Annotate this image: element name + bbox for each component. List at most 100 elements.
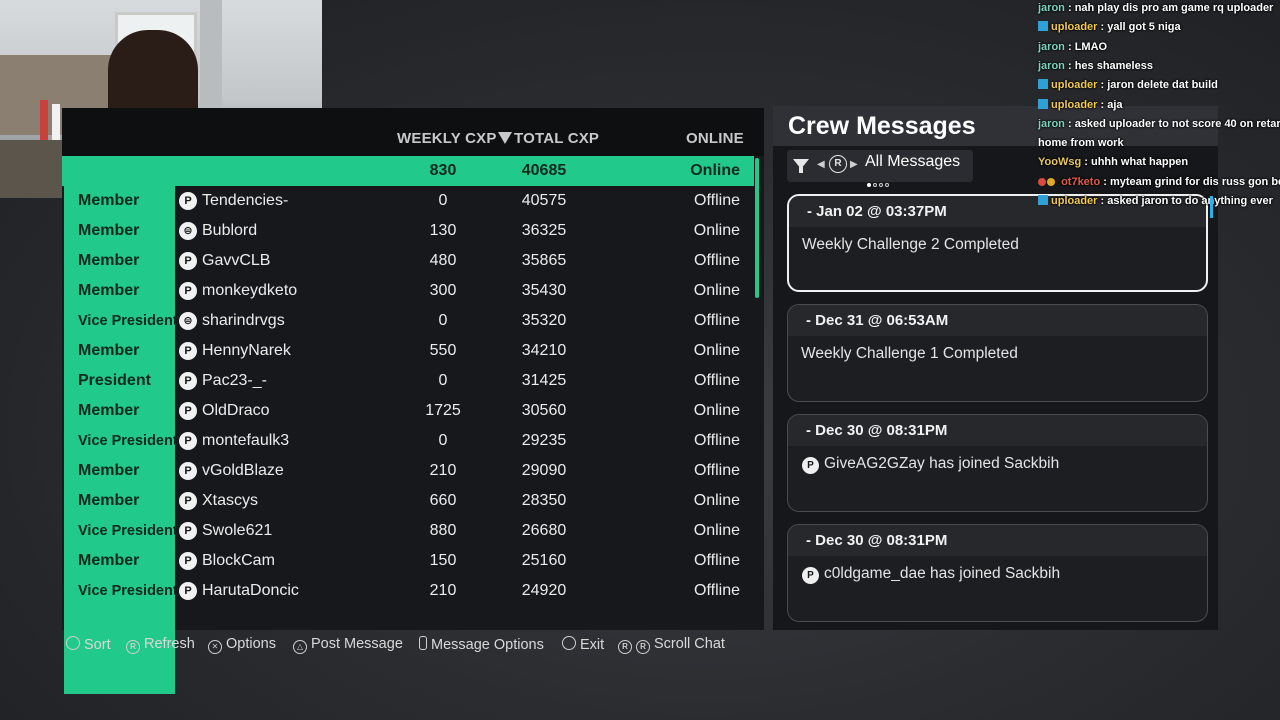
badge-icon (1038, 177, 1046, 186)
row-gamertag: sharindrvgs (202, 312, 285, 329)
webcam-bottle (52, 104, 60, 140)
cross-button-icon: ✕ (208, 640, 222, 654)
options-label: Options (226, 636, 276, 652)
row-online-status: Offline (694, 372, 740, 389)
row-weekly-cxp: 830 (429, 162, 457, 179)
roster-row[interactable]: Vice President P Swole621 880 26680 Online (62, 516, 754, 546)
stream-chat-overlay: jaron : nah play dis pro am game rq uplo… (1030, 0, 1280, 210)
webcam-door (200, 0, 222, 110)
chat-username: YooWsg (1038, 156, 1082, 169)
row-total-cxp: 25160 (521, 552, 567, 569)
options-control[interactable]: ✕ Options (208, 636, 276, 654)
playstation-icon: P (179, 522, 197, 540)
row-role: Member (78, 462, 140, 479)
message-options-control[interactable]: Message Options (419, 636, 544, 653)
row-weekly-cxp: 0 (438, 312, 448, 329)
roster-header: WEEKLY CXP TOTAL CXP ONLINE (62, 108, 764, 156)
row-gamertag: vGoldBlaze (202, 462, 284, 479)
roster-row[interactable]: Member P HennyNarek 550 34210 Online (62, 336, 754, 366)
chat-message: jaron : hes shameless (1038, 59, 1153, 72)
post-message-control[interactable]: △ Post Message (293, 636, 403, 654)
roster-row-selected[interactable]: 830 40685 Online (62, 156, 754, 186)
message-card[interactable]: - Dec 30 @ 08:31PM Pc0ldgame_dae has join… (787, 524, 1208, 622)
chat-message: home from work (1038, 137, 1280, 149)
chat-message: uploader : asked jaron to do anything ev… (1038, 195, 1280, 207)
refresh-label: Refresh (144, 636, 195, 652)
message-text: GiveAG2GZay has joined Sackbih (824, 455, 1060, 472)
row-total-cxp: 40575 (521, 192, 567, 209)
roster-row[interactable]: Member P Tendencies- 0 40575 Offline (62, 186, 754, 216)
weekly-cxp-header[interactable]: WEEKLY CXP (397, 130, 497, 147)
row-gamertag: montefaulk3 (202, 432, 290, 449)
row-online-status: Offline (694, 192, 740, 209)
row-weekly-cxp: 0 (438, 192, 448, 209)
chat-text: aja (1107, 98, 1123, 111)
badge-icon (1047, 177, 1055, 186)
message-date: - Dec 30 @ 08:31PM (806, 422, 948, 439)
row-weekly-cxp: 210 (429, 462, 457, 479)
row-total-cxp: 24920 (521, 582, 567, 599)
post-message-label: Post Message (311, 636, 403, 652)
row-weekly-cxp: 300 (429, 282, 457, 299)
chat-text: jaron delete dat build (1107, 79, 1218, 92)
playstation-icon: P (179, 192, 197, 210)
chevron-right-icon[interactable]: ▶ (850, 159, 858, 170)
row-total-cxp: 35865 (521, 252, 567, 269)
chat-username: ot7keto (1061, 175, 1101, 188)
chat-username: jaron (1038, 40, 1065, 53)
row-gamertag: GavvCLB (202, 252, 271, 269)
row-gamertag: HennyNarek (202, 342, 291, 359)
roster-row[interactable]: Vice President ⊜ sharindrvgs 0 35320 Offline (62, 306, 754, 336)
moderator-icon (1038, 195, 1048, 205)
roster-row[interactable]: Member P OldDraco 1725 30560 Online (62, 396, 754, 426)
r-button-icon: R (636, 640, 650, 654)
row-gamertag: Pac23-_- (202, 372, 267, 389)
chat-message: uploader : aja (1038, 98, 1280, 111)
row-total-cxp: 34210 (521, 342, 567, 359)
roster-row[interactable]: Vice President P HarutaDoncic 210 24920 Offli… (62, 576, 754, 606)
row-weekly-cxp: 660 (429, 492, 457, 509)
sort-desc-icon (498, 132, 512, 144)
scroll-chat-control[interactable]: R R Scroll Chat (618, 636, 725, 654)
row-total-cxp: 26680 (521, 522, 567, 539)
roster-row[interactable]: Member P GavvCLB 480 35865 Offline (62, 246, 754, 276)
roster-row[interactable]: President P Pac23-_- 0 31425 Offline (62, 366, 754, 396)
chat-scroll-indicator (1210, 196, 1213, 218)
row-gamertag: BlockCam (202, 552, 275, 569)
row-online-status: Online (693, 402, 740, 419)
row-online-status: Offline (694, 462, 740, 479)
roster-row[interactable]: Member P BlockCam 150 25160 Offline (62, 546, 754, 576)
playstation-icon: P (802, 567, 819, 584)
chat-text: nah play dis pro am game rq uploader (1074, 2, 1274, 14)
row-weekly-cxp: 0 (438, 372, 448, 389)
refresh-control[interactable]: R Refresh (126, 636, 195, 654)
roster-row[interactable]: Member P Xtascys 660 28350 Online (62, 486, 754, 516)
message-date-bar: - Dec 30 @ 08:31PM (788, 415, 1207, 446)
scroll-chat-label: Scroll Chat (654, 636, 725, 652)
message-card[interactable]: - Dec 30 @ 08:31PM P GiveAG2GZay has joine… (787, 414, 1208, 512)
roster-scrollbar[interactable] (755, 158, 759, 298)
roster-row[interactable]: Member Pmonkeydketo 300 35430 Online (62, 276, 754, 306)
playstation-icon: P (179, 252, 197, 270)
total-cxp-header[interactable]: TOTAL CXP (498, 130, 599, 147)
chat-text: LMAO (1074, 40, 1108, 53)
message-card[interactable]: - Dec 31 @ 06:53AM Weekly Challenge 1 Com… (787, 304, 1208, 402)
roster-row[interactable]: Vice President Pmontefaulk3 0 29235 Offline (62, 426, 754, 456)
row-total-cxp: 30560 (521, 402, 567, 419)
r3-button-icon: R (126, 640, 140, 654)
row-online-status: Online (690, 162, 740, 179)
message-filter[interactable]: ◀ R ▶ All Messages (787, 150, 973, 187)
row-role: Member (78, 252, 140, 269)
message-date: - Jan 02 @ 03:37PM (807, 203, 947, 220)
exit-control[interactable]: Exit (562, 636, 604, 653)
chevron-left-icon[interactable]: ◀ (817, 159, 825, 170)
filter-page-dots (867, 174, 891, 192)
online-header[interactable]: ONLINE (686, 130, 744, 147)
row-total-cxp: 35430 (521, 282, 567, 299)
row-total-cxp: 28350 (521, 492, 567, 509)
roster-row[interactable]: Member PvGoldBlaze 210 29090 Offline (62, 456, 754, 486)
row-weekly-cxp: 550 (429, 342, 457, 359)
sort-control[interactable]: Sort (66, 636, 111, 653)
roster-row[interactable]: Member ⊜ Bublord 130 36325 Online (62, 216, 754, 246)
message-date-bar: - Dec 31 @ 06:53AM (788, 305, 1207, 336)
